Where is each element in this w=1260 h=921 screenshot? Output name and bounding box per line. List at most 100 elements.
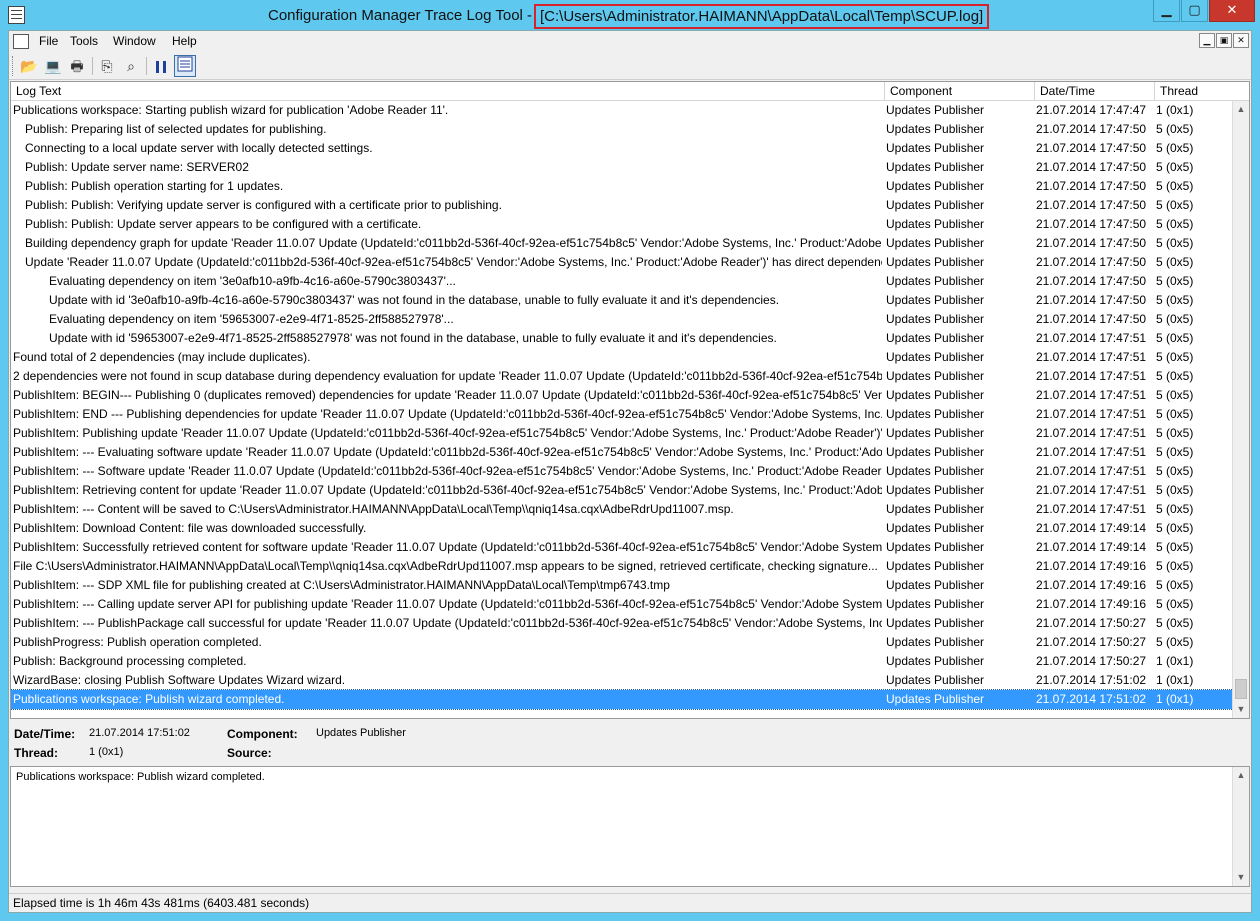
- datetime-cell: 21.07.2014 17:47:51: [1036, 464, 1147, 478]
- table-row[interactable]: Connecting to a local update server with…: [11, 139, 1233, 158]
- table-row[interactable]: Publish: Publish operation starting for …: [11, 177, 1233, 196]
- toolbar-grip[interactable]: [12, 56, 15, 76]
- table-row[interactable]: PublishItem: --- PublishPackage call suc…: [11, 614, 1233, 633]
- mdi-minimize-button[interactable]: ▁: [1199, 33, 1215, 48]
- table-row[interactable]: 2 dependencies were not found in scup da…: [11, 367, 1233, 386]
- print-setup-icon[interactable]: 💻: [42, 55, 64, 77]
- thread-cell: 5 (0x5): [1156, 198, 1194, 212]
- mdi-restore-button[interactable]: ▣: [1216, 33, 1232, 48]
- print-icon[interactable]: 🖶: [66, 55, 88, 77]
- component-cell: Updates Publisher: [886, 692, 985, 706]
- log-text-cell: Publish: Publish: Verifying update serve…: [25, 198, 502, 212]
- close-button[interactable]: ✕: [1209, 0, 1255, 22]
- component-cell: Updates Publisher: [886, 635, 985, 649]
- menu-file[interactable]: File: [39, 34, 58, 48]
- toolbar-separator: [146, 57, 147, 75]
- scroll-thumb[interactable]: [1235, 679, 1247, 699]
- table-row[interactable]: Found total of 2 dependencies (may inclu…: [11, 348, 1233, 367]
- scroll-down-arrow-icon[interactable]: ▼: [1233, 869, 1249, 886]
- table-row[interactable]: Publish: Publish: Verifying update serve…: [11, 196, 1233, 215]
- table-row[interactable]: Evaluating dependency on item '59653007-…: [11, 310, 1233, 329]
- maximize-button[interactable]: ▢: [1181, 0, 1208, 22]
- table-row[interactable]: Publish: Update server name: SERVER02 Upd…: [11, 158, 1233, 177]
- table-row[interactable]: WizardBase: closing Publish Software Upd…: [11, 671, 1233, 690]
- log-text-cell: PublishItem: --- Calling update server A…: [13, 597, 882, 611]
- toolbar-separator: [92, 57, 93, 75]
- find-binoculars-icon[interactable]: ⌕: [120, 55, 142, 77]
- table-row[interactable]: Publish: Publish: Update server appears …: [11, 215, 1233, 234]
- component-cell: Updates Publisher: [886, 426, 985, 440]
- table-row[interactable]: Publish: Background processing completed…: [11, 652, 1233, 671]
- scroll-up-arrow-icon[interactable]: ▲: [1233, 767, 1249, 784]
- thread-cell: 1 (0x1): [1156, 103, 1194, 117]
- thread-cell: 5 (0x5): [1156, 274, 1194, 288]
- table-row[interactable]: PublishItem: BEGIN--- Publishing 0 (dupl…: [11, 386, 1233, 405]
- table-row[interactable]: Evaluating dependency on item '3e0afb10-…: [11, 272, 1233, 291]
- datetime-cell: 21.07.2014 17:47:50: [1036, 274, 1147, 288]
- menu-window[interactable]: Window: [113, 34, 156, 48]
- datetime-cell: 21.07.2014 17:51:02: [1036, 692, 1147, 706]
- log-text-cell: PublishItem: BEGIN--- Publishing 0 (dupl…: [13, 388, 882, 402]
- table-row[interactable]: PublishItem: --- Evaluating software upd…: [11, 443, 1233, 462]
- log-list-scrollbar[interactable]: ▲ ▼: [1232, 101, 1249, 718]
- app-log-icon[interactable]: [8, 6, 25, 24]
- component-cell: Updates Publisher: [886, 331, 985, 345]
- column-header-log-text[interactable]: Log Text: [11, 82, 885, 101]
- component-cell: Updates Publisher: [886, 521, 985, 535]
- pause-icon[interactable]: [150, 55, 172, 77]
- thread-cell: 5 (0x5): [1156, 464, 1194, 478]
- datetime-cell: 21.07.2014 17:51:02: [1036, 673, 1147, 687]
- column-header-component[interactable]: Component: [885, 82, 1035, 101]
- table-row[interactable]: Update 'Reader 11.0.07 Update (UpdateId:…: [11, 253, 1233, 272]
- menu-tools[interactable]: Tools: [70, 34, 98, 48]
- datetime-label: Date/Time:: [14, 727, 76, 741]
- log-rows: Publications workspace: Starting publish…: [11, 101, 1233, 718]
- log-text-cell: PublishItem: --- PublishPackage call suc…: [13, 616, 882, 630]
- table-row[interactable]: PublishItem: Download Content: file was …: [11, 519, 1233, 538]
- log-text-cell: 2 dependencies were not found in scup da…: [13, 369, 882, 383]
- table-row[interactable]: Publications workspace: Starting publish…: [11, 101, 1233, 120]
- table-row[interactable]: PublishItem: Publishing update 'Reader 1…: [11, 424, 1233, 443]
- menu-help[interactable]: Help: [172, 34, 197, 48]
- document-icon[interactable]: [13, 34, 29, 49]
- minimize-button[interactable]: ▁: [1153, 0, 1180, 22]
- toggle-details-pane-icon[interactable]: [174, 55, 196, 77]
- scroll-down-arrow-icon[interactable]: ▼: [1233, 701, 1249, 718]
- table-row[interactable]: File C:\Users\Administrator.HAIMANN\AppD…: [11, 557, 1233, 576]
- message-textbox[interactable]: Publications workspace: Publish wizard c…: [10, 766, 1250, 887]
- table-row[interactable]: PublishItem: Successfully retrieved cont…: [11, 538, 1233, 557]
- table-row[interactable]: Update with id '59653007-e2e9-4f71-8525-…: [11, 329, 1233, 348]
- table-row[interactable]: PublishItem: --- Calling update server A…: [11, 595, 1233, 614]
- thread-cell: 5 (0x5): [1156, 179, 1194, 193]
- log-text-cell: Connecting to a local update server with…: [25, 141, 373, 155]
- table-row[interactable]: Publish: Preparing list of selected upda…: [11, 120, 1233, 139]
- thread-cell: 5 (0x5): [1156, 350, 1194, 364]
- scroll-up-arrow-icon[interactable]: ▲: [1233, 101, 1249, 118]
- table-row[interactable]: PublishItem: Retrieving content for upda…: [11, 481, 1233, 500]
- log-text-cell: Publications workspace: Publish wizard c…: [13, 692, 285, 706]
- table-row[interactable]: PublishItem: END --- Publishing dependen…: [11, 405, 1233, 424]
- column-header-thread[interactable]: Thread: [1155, 82, 1249, 101]
- open-folder-icon[interactable]: 📂: [18, 55, 40, 77]
- thread-cell: 5 (0x5): [1156, 293, 1194, 307]
- message-scrollbar[interactable]: ▲ ▼: [1232, 767, 1249, 886]
- table-row[interactable]: Building dependency graph for update 'Re…: [11, 234, 1233, 253]
- column-header-datetime[interactable]: Date/Time: [1035, 82, 1155, 101]
- table-row[interactable]: PublishItem: --- Content will be saved t…: [11, 500, 1233, 519]
- table-row[interactable]: PublishItem: --- Software update 'Reader…: [11, 462, 1233, 481]
- thread-cell: 5 (0x5): [1156, 483, 1194, 497]
- datetime-cell: 21.07.2014 17:47:50: [1036, 236, 1147, 250]
- thread-value: 1 (0x1): [89, 746, 124, 758]
- table-row[interactable]: Publications workspace: Publish wizard c…: [11, 689, 1233, 710]
- copy-icon[interactable]: ⎘: [96, 55, 118, 77]
- thread-cell: 5 (0x5): [1156, 255, 1194, 269]
- mdi-close-button[interactable]: ✕: [1233, 33, 1249, 48]
- log-text-cell: PublishItem: Successfully retrieved cont…: [13, 540, 882, 554]
- table-row[interactable]: Update with id '3e0afb10-a9fb-4c16-a60e-…: [11, 291, 1233, 310]
- thread-cell: 5 (0x5): [1156, 616, 1194, 630]
- thread-cell: 5 (0x5): [1156, 540, 1194, 554]
- log-list[interactable]: Log Text Component Date/Time Thread Publ…: [10, 81, 1250, 719]
- title-bar[interactable]: Configuration Manager Trace Log Tool - […: [0, 0, 1260, 30]
- table-row[interactable]: PublishItem: --- SDP XML file for publis…: [11, 576, 1233, 595]
- table-row[interactable]: PublishProgress: Publish operation compl…: [11, 633, 1233, 652]
